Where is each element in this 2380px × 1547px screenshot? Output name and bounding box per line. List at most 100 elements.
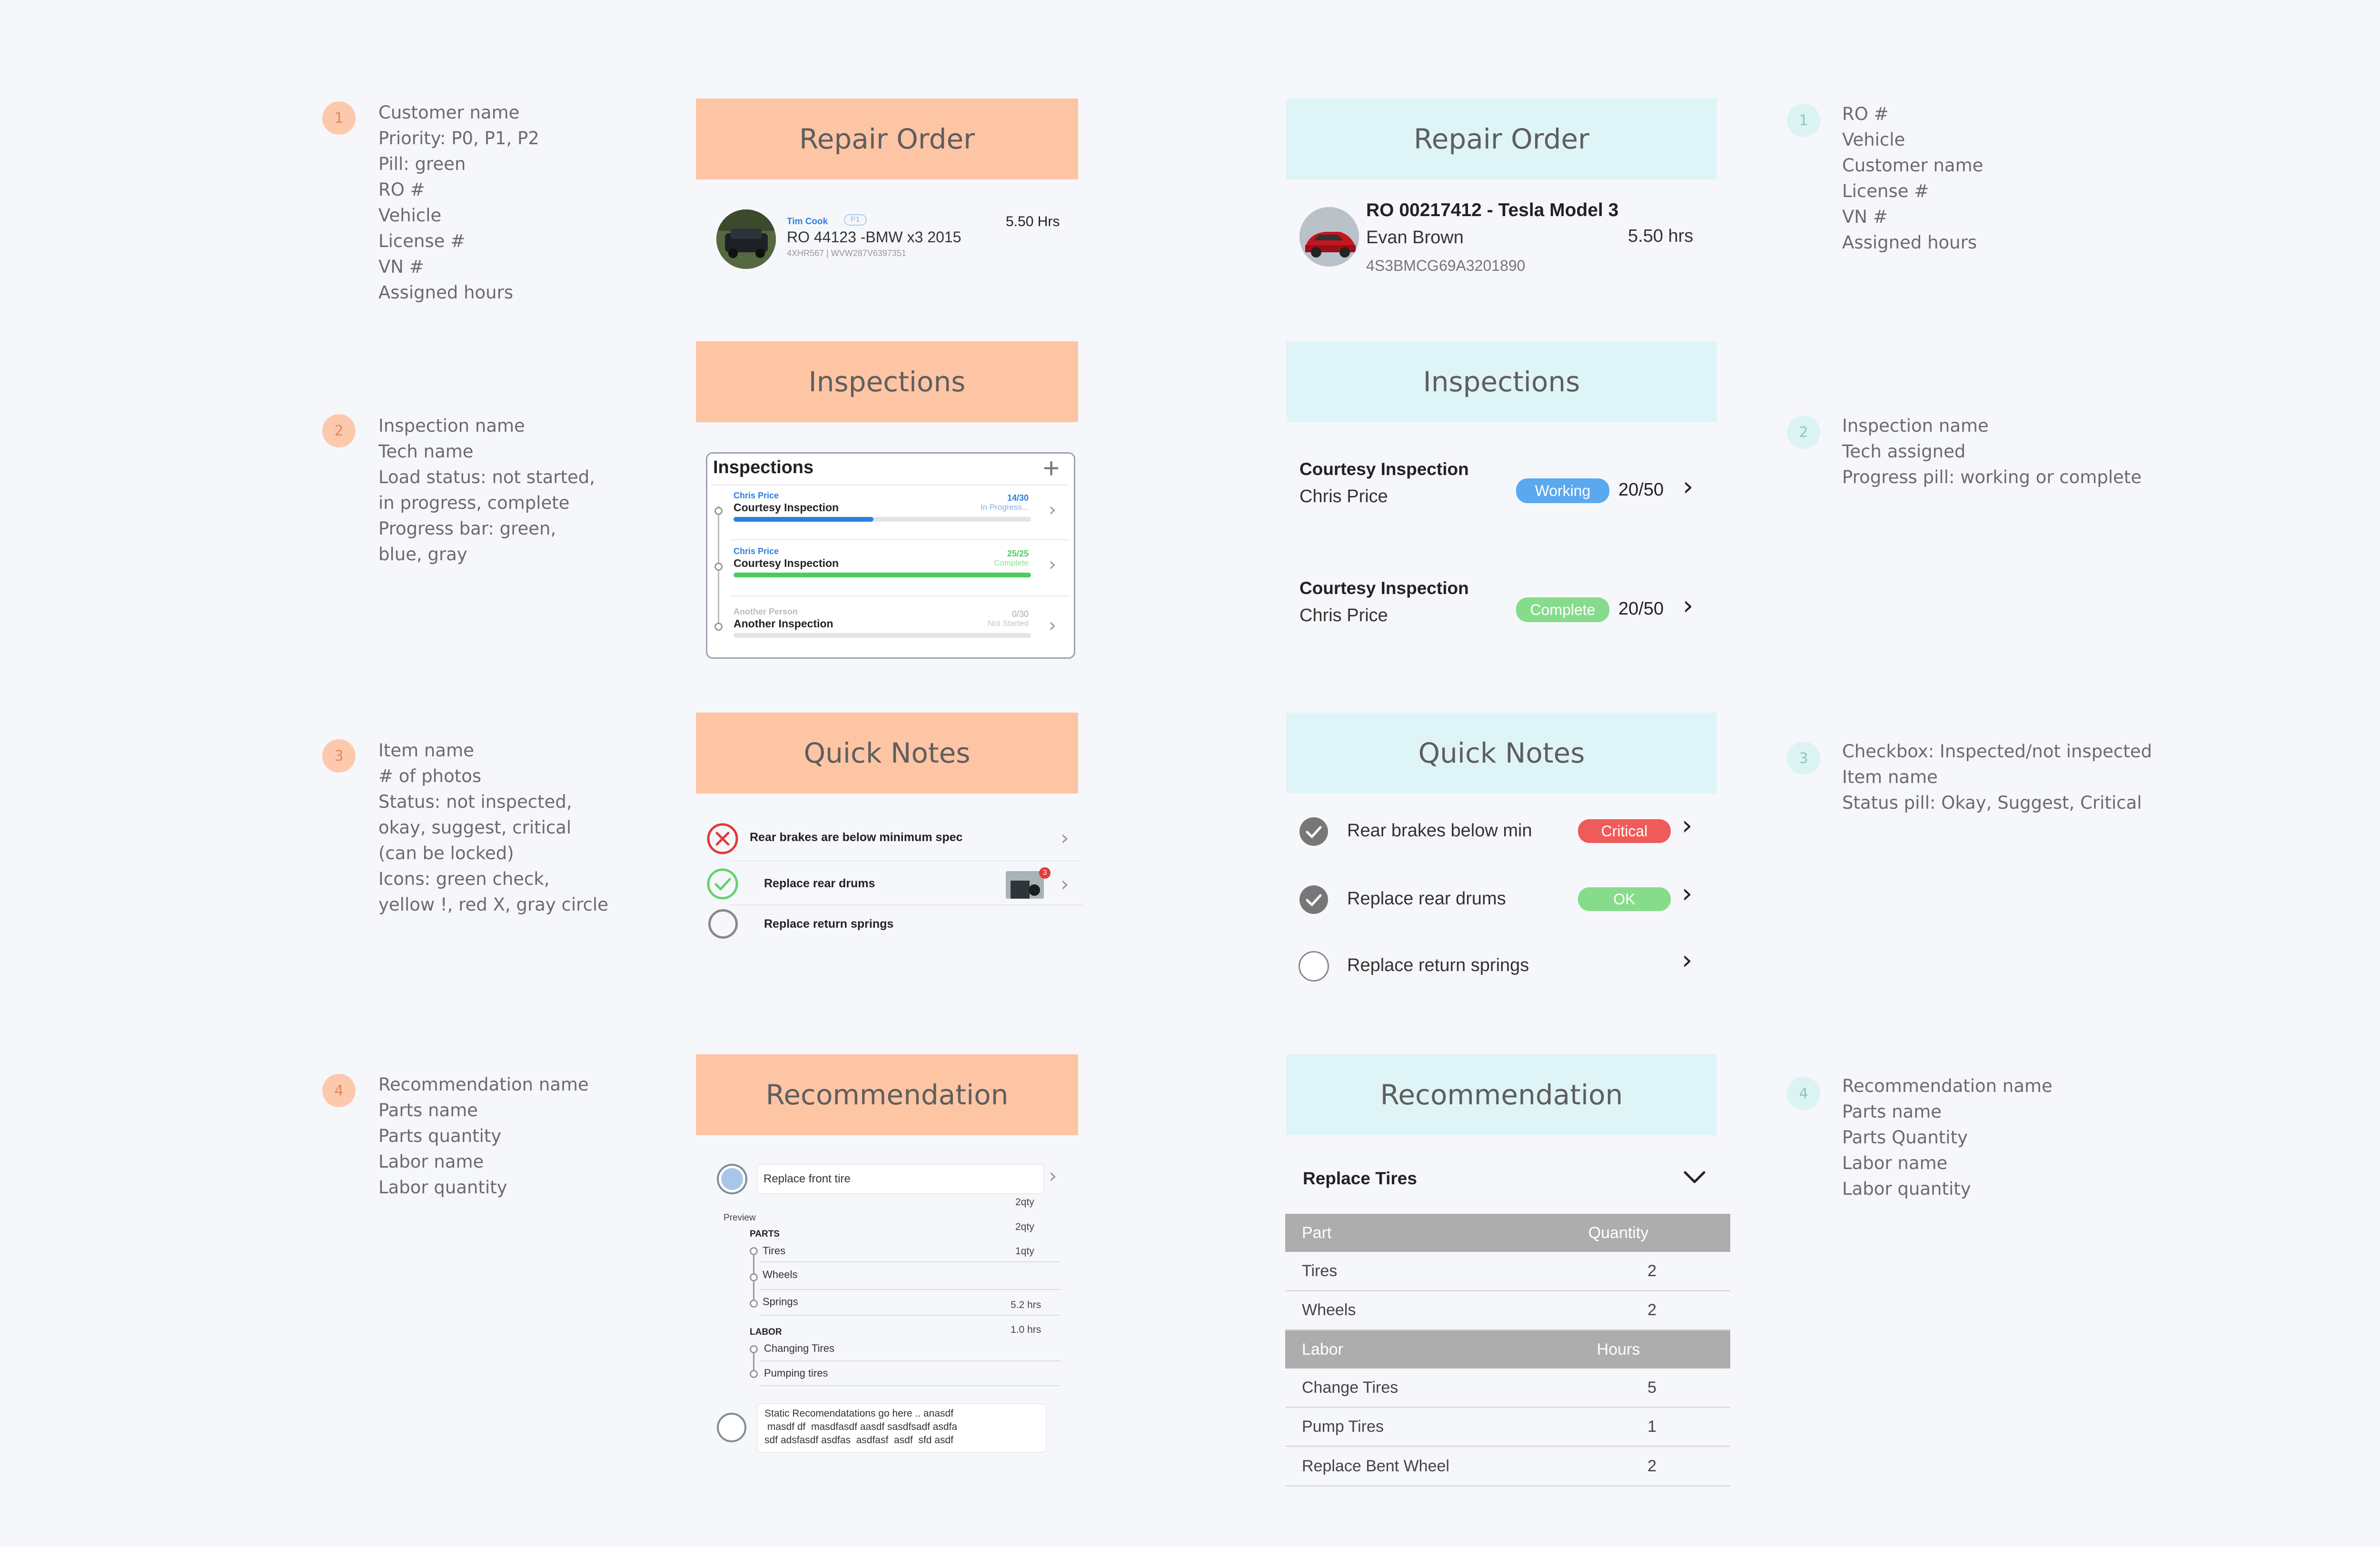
checked-checkbox-icon[interactable] [1299,884,1329,915]
labor-hours: 2 [1647,1457,1656,1475]
inspection-item[interactable]: Another Person Another Inspection 0/30 N… [734,607,1067,654]
annotation-number-3-right: 3 [1787,742,1820,775]
quick-note-item[interactable]: Replace rear drums 3 › [706,866,1082,904]
labor-name: Changing Tires [764,1342,834,1354]
radio-dot [721,1168,743,1190]
note-photo-thumbnail[interactable] [1006,871,1044,899]
recommendation-radio-unselected[interactable] [717,1413,746,1442]
chevron-right-icon[interactable]: › [1683,471,1693,502]
annotation-text-2: Inspection name Tech name Load status: not… [378,416,595,565]
chevron-right-icon[interactable]: › [1682,810,1692,841]
inspection-count: 20/50 [1618,599,1664,619]
part-qty: 1qty [1015,1246,1034,1257]
tech-name: Chris Price [734,491,779,500]
quick-note-item[interactable]: Rear brakes below min Critical › [1299,810,1713,848]
green-check-icon [707,868,738,900]
column-header-hours: Hours [1597,1340,1640,1359]
part-qty: 2 [1647,1300,1656,1319]
table-row: Change Tires 5 [1285,1368,1730,1408]
labor-table-header: Labor Hours [1285,1330,1730,1368]
timeline-dot [714,563,723,571]
inspection-status: In Progress... [980,503,1029,512]
header-repair-order-right: Repair Order [1286,99,1717,179]
inspection-name: Another Inspection [734,617,833,630]
annotation-text-3: Item name # of photos Status: not inspecte… [378,740,608,915]
inspection-name: Courtesy Inspection [734,501,839,514]
inspection-item[interactable]: Courtesy Inspection Chris Price Complete… [1299,576,1709,628]
inspection-count: 14/30 [1007,493,1029,503]
column-header-part: Part [1302,1223,1332,1242]
chevron-right-icon[interactable]: › [1061,826,1069,850]
part-qty: 2 [1647,1261,1656,1280]
chevron-right-icon[interactable]: › [1683,590,1693,621]
add-icon[interactable]: + [1043,452,1060,485]
annotation-number-1: 1 [322,101,356,135]
note-name: Rear brakes are below minimum spec [750,831,963,844]
photo-icon [1006,871,1044,899]
status-pill-critical: Critical [1578,819,1671,843]
annotation-text-4-right: Recommendation name Parts name Parts Quant… [1842,1076,2053,1199]
inspection-name: Courtesy Inspection [1299,459,1469,479]
quick-note-item[interactable]: Replace return springs [706,907,1082,945]
static-recommendation-box[interactable]: Static Recomendatations go here .. anasd… [757,1403,1047,1453]
qty-label: 2qty [1015,1221,1034,1232]
inspection-item[interactable]: Chris Price Courtesy Inspection 14/30 In… [734,491,1067,538]
chevron-right-icon[interactable]: › [1049,554,1056,575]
chevron-right-icon[interactable]: › [1049,615,1056,636]
status-pill-ok: OK [1578,887,1671,911]
assigned-hours: 5.50 hrs [1628,226,1694,246]
header-quick-notes-right: Quick Notes [1286,713,1717,793]
photo-count-badge: 3 [1039,867,1051,879]
chevron-right-icon[interactable]: › [1682,945,1692,976]
part-qty: 5.2 hrs [1011,1299,1041,1310]
labor-hours: 5 [1647,1378,1656,1397]
recommendation-name: Replace front tire [764,1172,851,1185]
vehicle-avatar [1299,207,1359,267]
inspection-item[interactable]: Chris Price Courtesy Inspection 25/25 Co… [734,546,1067,594]
note-name: Replace rear drums [764,877,875,890]
inspection-count: 25/25 [1007,549,1029,558]
annotation-number-2-right: 2 [1787,416,1820,449]
labor-label: LABOR [750,1327,782,1337]
timeline-dot [714,507,723,515]
labor-name: Pump Tires [1302,1417,1384,1436]
inspection-status: Not Started [988,619,1029,628]
tech-name: Another Person [734,607,798,616]
table-row: Pump Tires 1 [1285,1408,1730,1447]
priority-pill: P1 [844,214,867,226]
inspections-card-title: Inspections [713,457,814,477]
quick-note-item[interactable]: Rear brakes are below minimum spec › [706,821,1082,859]
table-row: Wheels 2 [1285,1291,1730,1330]
inspection-item[interactable]: Courtesy Inspection Chris Price Working … [1299,457,1709,509]
vehicle-avatar [716,209,776,269]
labor-name: Change Tires [1302,1378,1398,1397]
table-row: Replace Bent Wheel 2 [1285,1447,1730,1487]
progress-bar [734,633,1031,638]
chevron-right-icon[interactable]: › [1061,872,1069,896]
quick-note-item[interactable]: Replace return springs › [1299,945,1713,983]
checked-checkbox-icon[interactable] [1299,816,1329,847]
recommendation-name-field[interactable]: Replace front tire [757,1164,1044,1194]
progress-bar [734,573,1031,577]
chevron-right-icon[interactable]: › [1049,1164,1057,1188]
red-x-icon [707,823,738,854]
static-text: masdf df masdfasdf aasdf sasdfsadf asdfa [764,1421,958,1432]
chevron-down-icon[interactable] [1683,1169,1706,1186]
annotation-number-3: 3 [322,739,356,773]
header-repair-order: Repair Order [696,99,1078,179]
unchecked-checkbox-icon[interactable] [1299,951,1329,982]
part-name: Tires [1302,1261,1338,1280]
annotation-text-1: Customer name Priority: P0, P1, P2 Pill: g… [378,102,539,303]
quick-note-item[interactable]: Replace rear drums OK › [1299,878,1713,916]
static-text: sdf adsfasdf asdfas asdfasf asdf sfd asd… [764,1435,953,1446]
chevron-right-icon[interactable]: › [1682,878,1692,909]
vehicle-photo-icon [716,209,776,269]
parts-table-header: Part Quantity [1285,1214,1730,1252]
chevron-right-icon[interactable]: › [1049,499,1056,521]
inspections-card: Inspections + Chris Price Courtesy Inspe… [706,452,1075,659]
note-name: Replace rear drums [1347,889,1506,909]
column-header-labor: Labor [1302,1340,1343,1359]
annotation-text-4: Recommendation name Parts name Parts quant… [378,1074,589,1198]
parts-label: PARTS [750,1229,780,1239]
recommendation-title: Replace Tires [1303,1169,1417,1188]
